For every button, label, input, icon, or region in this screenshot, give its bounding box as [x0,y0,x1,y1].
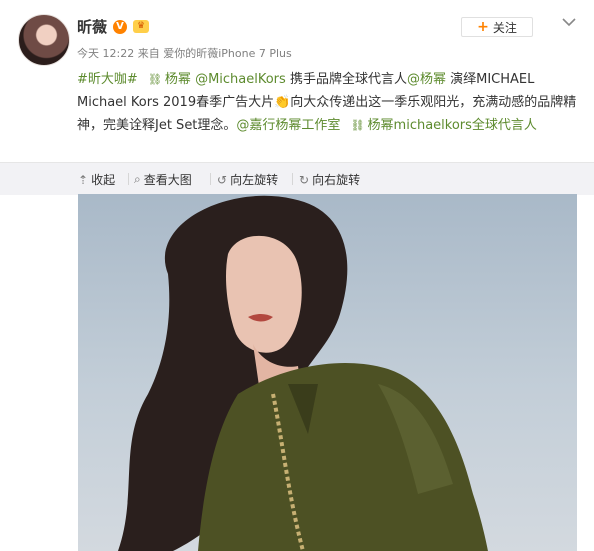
mention-link[interactable]: 杨幂michaelkors全球代言人 [368,118,537,133]
rotate-left-label: 向左旋转 [230,173,279,187]
mention-link[interactable]: 杨幂 [165,72,191,87]
post-source[interactable]: 爱你的昕薇iPhone 7 Plus [163,47,292,60]
post-image-illustration [118,195,488,551]
rotate-right-icon: ↻ [299,172,310,187]
rotate-left-icon: ↺ [217,172,228,187]
divider [292,173,293,185]
source-prefix: 来自 [137,47,160,60]
collapse-button[interactable]: ⇡ 收起 [78,171,115,188]
post-time[interactable]: 今天 12:22 [77,47,134,60]
mention-link[interactable]: @杨幂 [407,72,446,87]
user-name[interactable]: 昕薇 [77,16,107,37]
chain-icon: ⛓ [147,73,162,86]
divider [210,173,211,185]
post-meta: 今天 12:22 来自 爱你的昕薇iPhone 7 Plus [77,45,292,61]
hashtag-link[interactable]: #昕大咖# [77,72,138,87]
follow-label: 关注 [492,20,517,35]
image-toolbar: ⇡ 收起 ⌕ 查看大图 ↺ 向左旋转 ↻ 向右旋转 [0,162,594,195]
vip-icon[interactable]: ♛ [133,20,150,33]
user-name-row: 昕薇 V ♛ [77,16,150,37]
collapse-icon: ⇡ [78,172,89,187]
rotate-right-label: 向右旋转 [312,173,361,187]
collapse-label: 收起 [91,173,116,187]
post-text: 携手品牌全球代言人 [289,72,407,87]
post-content: #昕大咖# ⛓ 杨幂 @MichaelKors 携手品牌全球代言人@杨幂 演绎MI… [77,68,577,137]
view-large-button[interactable]: ⌕ 查看大图 [134,171,192,188]
view-large-label: 查看大图 [143,173,192,187]
post-image[interactable] [78,194,577,551]
follow-button[interactable]: + 关注 [461,17,533,37]
verify-icon[interactable]: V [113,19,128,34]
divider [128,173,129,185]
weibo-post: 昕薇 V ♛ 今天 12:22 来自 爱你的昕薇iPhone 7 Plus + … [0,0,594,551]
rotate-left-button[interactable]: ↺ 向左旋转 [217,171,278,188]
mention-link[interactable]: @嘉行杨幂工作室 [236,118,340,133]
chevron-down-icon[interactable] [560,15,578,29]
avatar[interactable] [18,14,70,66]
plus-icon: + [477,19,489,35]
search-icon: ⌕ [134,172,141,186]
chain-icon: ⛓ [350,119,365,132]
rotate-right-button[interactable]: ↻ 向右旋转 [299,171,360,188]
mention-link[interactable]: @MichaelKors [195,72,286,87]
